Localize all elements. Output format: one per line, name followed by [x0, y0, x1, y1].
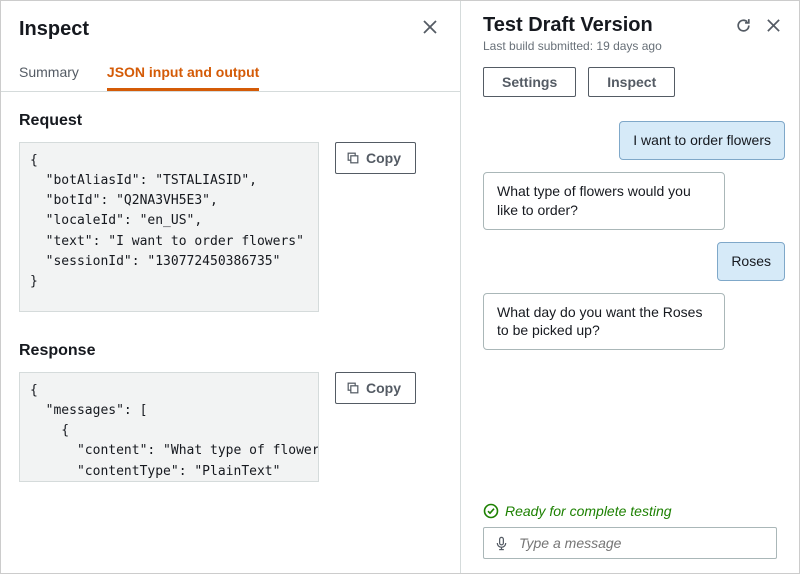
close-icon: [766, 18, 781, 33]
inspect-panel: Inspect Summary JSON input and output Re…: [1, 1, 461, 573]
copy-response-button[interactable]: Copy: [335, 372, 416, 404]
copy-request-button[interactable]: Copy: [335, 142, 416, 174]
request-heading: Request: [19, 112, 450, 130]
close-icon: [422, 19, 438, 35]
copy-icon: [346, 381, 360, 395]
close-test-button[interactable]: [766, 18, 781, 38]
inspect-button[interactable]: Inspect: [588, 67, 675, 97]
tab-summary[interactable]: Summary: [19, 54, 79, 91]
inspect-title: Inspect: [19, 18, 89, 41]
refresh-button[interactable]: [735, 17, 752, 39]
response-heading: Response: [19, 342, 450, 360]
tab-json[interactable]: JSON input and output: [107, 54, 259, 91]
microphone-icon: [494, 536, 509, 551]
request-code[interactable]: { "botAliasId": "TSTALIASID", "botId": "…: [19, 142, 319, 312]
chat-bubble-user: I want to order flowers: [619, 121, 785, 160]
settings-button[interactable]: Settings: [483, 67, 576, 97]
copy-icon: [346, 151, 360, 165]
refresh-icon: [735, 17, 752, 34]
message-input-wrapper[interactable]: [483, 527, 777, 559]
test-subtitle: Last build submitted: 19 days ago: [483, 39, 662, 53]
test-panel: Test Draft Version Last build submitted:…: [461, 1, 799, 573]
inspect-tabs: Summary JSON input and output: [1, 54, 460, 92]
close-inspect-button[interactable]: [418, 15, 442, 44]
response-code[interactable]: { "messages": [ { "content": "What type …: [19, 372, 319, 482]
message-input[interactable]: [519, 535, 766, 551]
chat-area[interactable]: I want to order flowers What type of flo…: [461, 111, 799, 493]
chat-bubble-user: Roses: [717, 242, 785, 281]
copy-response-label: Copy: [366, 380, 401, 396]
copy-request-label: Copy: [366, 150, 401, 166]
chat-bubble-bot: What type of flowers would you like to o…: [483, 172, 725, 230]
check-circle-icon: [483, 503, 499, 519]
inspect-body[interactable]: Request { "botAliasId": "TSTALIASID", "b…: [1, 92, 460, 573]
status-text: Ready for complete testing: [505, 503, 672, 519]
status-bar: Ready for complete testing: [461, 493, 799, 527]
test-title: Test Draft Version: [483, 13, 662, 37]
chat-bubble-bot: What day do you want the Roses to be pic…: [483, 293, 725, 351]
